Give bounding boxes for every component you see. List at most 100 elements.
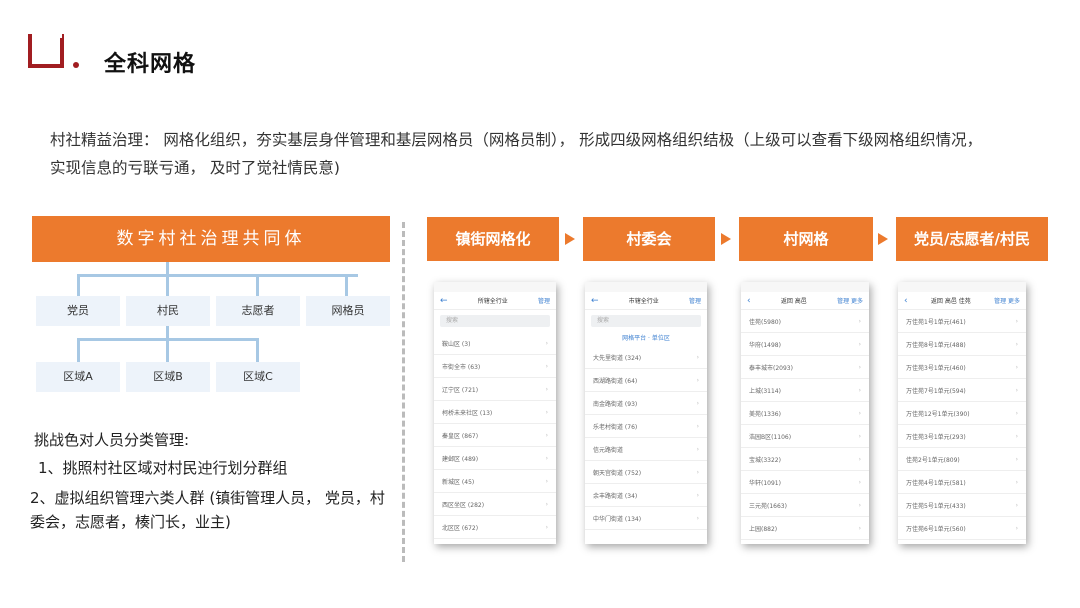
list-item[interactable]: 万佳苑12号1单元(390) › [898, 402, 1026, 425]
list-item[interactable]: 朝天宫街道 (752) › [585, 461, 707, 484]
chevron-right-icon: › [858, 363, 861, 371]
list-item[interactable]: 三元苑(1663) › [741, 494, 869, 517]
phone-subtabs[interactable]: 网格平台 · 单位区 [585, 332, 707, 346]
chevron-right-icon: › [696, 514, 699, 522]
list-item[interactable]: 万佳苑3号1单元(293) › [898, 425, 1026, 448]
list-item[interactable]: 乐老村街道 (76) › [585, 415, 707, 438]
connector-v-area-c [256, 338, 259, 362]
list-item[interactable]: 上园(882) › [741, 517, 869, 540]
chevron-right-icon: › [1015, 317, 1018, 325]
note-1: 1、挑照村社区域对村民迚行划分群组 [38, 459, 288, 477]
list-item-label: 西区坐区 (282) [442, 501, 485, 509]
phone-nav-action[interactable]: 管理 [689, 296, 701, 305]
list-item[interactable]: 秦皇区 (867) › [434, 424, 556, 447]
note-2: 2、虚拟组织管理六类人群 (镇街管理人员， 党员，村委会，志愿者，楱门长，业主) [30, 489, 385, 531]
list-item[interactable]: 佳苑2号1单元(809) › [898, 448, 1026, 471]
chevron-right-icon: › [858, 386, 861, 394]
list-item[interactable]: 万佳苑1号1单元(461) › [898, 310, 1026, 333]
list-item[interactable]: 鞍山区 (3) › [434, 332, 556, 355]
back-chevron-icon[interactable]: ‹ [904, 296, 908, 306]
list-item-label: 万佳苑5号1单元(433) [906, 502, 966, 510]
list-item-label: 泰丰城市(2093) [749, 364, 793, 372]
back-arrow-icon[interactable]: ← [591, 296, 599, 306]
list-item[interactable]: 万佳苑8号1单元(488) › [898, 333, 1026, 356]
list-item[interactable]: 余丰路街道 (34) › [585, 484, 707, 507]
list-item[interactable]: 南金路街道 (93) › [585, 392, 707, 415]
list-item-label: 大先里街道 (324) [593, 354, 642, 362]
phone-nav-action[interactable]: 管理 [538, 296, 550, 305]
list-item[interactable]: 柯桥未来社区 (13) › [434, 401, 556, 424]
list-item[interactable]: 万佳苑10号1单元(517)› [898, 540, 1026, 544]
node-volunteer: 志愿者 [216, 296, 300, 326]
phone-nav-action[interactable]: 管理 更多 [994, 296, 1020, 305]
chevron-right-icon: › [1015, 432, 1018, 440]
dashed-divider [402, 222, 405, 562]
list-item[interactable]: 北区区 (672) › [434, 516, 556, 539]
list-item[interactable]: 华轩(1091) › [741, 471, 869, 494]
list-item[interactable]: 泰丰城市(2093) › [741, 356, 869, 379]
list-item-label: 华轩(1091) [749, 479, 781, 487]
list-item[interactable]: 万佳苑7号1单元(594) › [898, 379, 1026, 402]
list-item[interactable]: 西湖路街道 (64) › [585, 369, 707, 392]
chevron-right-icon: › [858, 340, 861, 348]
phone-screen-village-grid: ‹ 返回 高邑 管理 更多 佳苑(5980) › 华府(1498) › 泰丰城市(209… [741, 282, 869, 544]
list-item-label: 上园(882) [749, 525, 778, 533]
list-item-label: 信元路街道 [593, 446, 624, 454]
list-item[interactable]: 万佳苑4号1单元(581) › [898, 471, 1026, 494]
node-area-b: 区域B [126, 362, 210, 392]
phone-nav-title: 市辖全行业 [628, 298, 659, 305]
chevron-right-icon: › [858, 409, 861, 417]
list-item[interactable]: 万佳苑6号1单元(560) › [898, 517, 1026, 540]
phone-search-input[interactable]: 搜索 [440, 315, 550, 327]
list-item[interactable]: 辽宁区 (721) › [434, 378, 556, 401]
list-item[interactable]: 华府(1498) › [741, 333, 869, 356]
chevron-right-icon: › [1015, 455, 1018, 463]
list-item-label: 乐老村街道 (76) [593, 423, 638, 431]
title-square-icon [28, 34, 64, 68]
connector-v-villager [166, 274, 169, 296]
list-item[interactable]: 万佳苑3号1单元(460) › [898, 356, 1026, 379]
list-item[interactable]: 中华门街道 (134) › [585, 507, 707, 530]
list-item-label: 万佳苑6号1单元(560) [906, 525, 966, 533]
list-item[interactable]: 信元路街道 › [585, 438, 707, 461]
step-arrow-icon [721, 233, 731, 245]
list-item-label: 北区区 (672) [442, 524, 479, 532]
phone-list: 万佳苑1号1单元(461) › 万佳苑8号1单元(488) › 万佳苑3号1单元(460… [898, 310, 1026, 544]
node-villager: 村民 [126, 296, 210, 326]
phone-nav-bar: ← 所辖全行业 管理 [434, 292, 556, 310]
connector-v-gridman [345, 274, 348, 296]
list-item[interactable]: 佳苑(5980) › [741, 310, 869, 333]
list-item[interactable]: 上城(3114) › [741, 379, 869, 402]
chevron-right-icon: › [858, 317, 861, 325]
connector-v-area-a [77, 338, 80, 362]
phone-nav-action[interactable]: 管理 更多 [837, 296, 863, 305]
chevron-right-icon: › [1015, 340, 1018, 348]
phone-search-input[interactable]: 搜索 [591, 315, 701, 327]
list-item[interactable]: 浩园B区(1106) › [741, 425, 869, 448]
list-item-label: 佳苑2号1单元(809) [906, 456, 960, 464]
notes-title: 挑战色对人员分类管理: [34, 431, 190, 449]
list-item[interactable]: 美苑(1336) › [741, 402, 869, 425]
list-item[interactable]: 新城区 (45) › [434, 470, 556, 493]
list-item-label: 华府(1498) [749, 341, 781, 349]
back-chevron-icon[interactable]: ‹ [747, 296, 751, 306]
list-item-label: 万佳苑1号1单元(461) [906, 318, 966, 326]
list-item-label: 柯桥未来社区 (13) [442, 409, 493, 417]
list-item[interactable]: 大先里街道 (324) › [585, 346, 707, 369]
back-arrow-icon[interactable]: ← [440, 296, 448, 306]
list-item[interactable]: 宝城(3322) › [741, 448, 869, 471]
list-item-label: 万佳苑3号1单元(460) [906, 364, 966, 372]
list-item-label: 佳苑(5980) [749, 318, 781, 326]
list-item-label: 万佳苑7号1单元(594) [906, 387, 966, 395]
list-item[interactable]: 建邺区 (489) › [434, 447, 556, 470]
step-arrow-icon [565, 233, 575, 245]
list-item[interactable]: 西区坐区 (282) › [434, 493, 556, 516]
list-item[interactable]: 市街全市 (63) › [434, 355, 556, 378]
list-item-label: 朝天宫街道 (752) [593, 469, 642, 477]
status-bar [898, 282, 1026, 292]
list-item-label: 万佳苑8号1单元(488) [906, 341, 966, 349]
list-item[interactable]: 万佳苑5号1单元(433) › [898, 494, 1026, 517]
list-item-label: 余丰路街道 (34) [593, 492, 638, 500]
status-bar [585, 282, 707, 292]
list-item[interactable]: 福地(576)› [741, 540, 869, 544]
